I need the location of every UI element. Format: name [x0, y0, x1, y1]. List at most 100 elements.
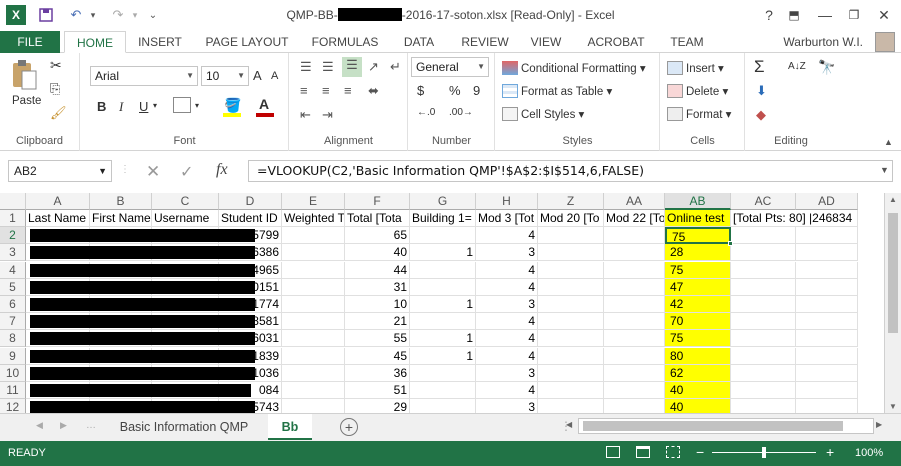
online-test-cell[interactable]: 42 [665, 296, 731, 313]
online-test-cell[interactable]: 75 [665, 330, 731, 348]
increase-decimal-icon[interactable]: ←.0 [417, 107, 435, 118]
data-cell[interactable] [731, 278, 796, 296]
data-cell[interactable] [796, 330, 858, 348]
scroll-right-icon[interactable]: ▶ [876, 420, 882, 429]
column-header[interactable]: C [152, 193, 219, 210]
avatar[interactable] [875, 32, 895, 52]
data-cell[interactable] [282, 399, 345, 413]
data-cell[interactable]: 40 [345, 244, 410, 262]
data-cell[interactable] [604, 296, 665, 313]
data-cell[interactable] [731, 261, 796, 279]
page-layout-view-icon[interactable] [636, 446, 650, 458]
spreadsheet-grid[interactable]: A B C D E F G H Z AA AB AC AD 1 Last Name First Name Use… [0, 193, 884, 413]
percent-button[interactable]: % [449, 83, 461, 98]
header-cell[interactable]: Mod 22 [To [604, 210, 665, 227]
vertical-scrollbar[interactable]: ▲ ▼ [884, 193, 901, 413]
data-cell[interactable] [604, 278, 665, 296]
shrink-font-button[interactable]: A [271, 70, 278, 82]
data-cell[interactable] [731, 364, 796, 382]
data-cell[interactable]: 21 [345, 313, 410, 331]
data-cell[interactable]: 4 [476, 313, 538, 331]
row-header[interactable]: 10 [0, 364, 26, 382]
data-cell[interactable] [796, 399, 858, 413]
tab-formulas[interactable]: FORMULAS [308, 31, 382, 53]
tab-data[interactable]: DATA [396, 31, 442, 53]
row-header[interactable]: 3 [0, 244, 26, 262]
font-name-field[interactable]: Arial ▼ [90, 66, 198, 86]
formula-input[interactable]: =VLOOKUP(C2,'Basic Information QMP'!$A$2… [248, 160, 893, 182]
align-top-icon[interactable]: ☰ [300, 59, 312, 75]
data-cell[interactable] [538, 244, 604, 262]
data-cell[interactable] [410, 227, 476, 245]
data-cell[interactable] [731, 296, 796, 313]
student-id-cell[interactable]: 4965 [219, 261, 282, 279]
tab-insert[interactable]: INSERT [134, 31, 186, 53]
data-cell[interactable]: 55 [345, 330, 410, 348]
align-left-icon[interactable]: ≡ [300, 83, 308, 98]
paste-icon[interactable] [10, 59, 42, 90]
normal-view-icon[interactable] [606, 446, 620, 458]
data-cell[interactable] [538, 227, 604, 245]
data-cell[interactable] [604, 347, 665, 365]
data-cell[interactable] [796, 227, 858, 245]
data-cell[interactable]: 1 [410, 296, 476, 313]
column-header[interactable]: G [410, 193, 476, 210]
data-cell[interactable] [410, 278, 476, 296]
row-header[interactable]: 2 [0, 227, 26, 245]
header-cell[interactable]: Total [Tota [345, 210, 410, 227]
tab-file[interactable]: FILE [0, 31, 60, 53]
paste-button[interactable]: Paste [12, 95, 41, 107]
row-header[interactable]: 6 [0, 296, 26, 313]
sort-filter-button[interactable]: A↓Z [788, 61, 806, 72]
data-cell[interactable]: 3 [476, 399, 538, 413]
data-cell[interactable] [796, 244, 858, 262]
zoom-level[interactable]: 100% [855, 447, 883, 459]
ribbon-display-options-button[interactable]: ⬒ [782, 4, 806, 26]
horizontal-scrollbar[interactable] [578, 418, 874, 434]
merge-center-icon[interactable]: ⬌ [368, 83, 379, 99]
align-center-icon[interactable]: ≡ [322, 83, 330, 98]
tab-team[interactable]: TEAM [664, 31, 710, 53]
data-cell[interactable] [731, 347, 796, 365]
wrap-text-icon[interactable]: ↵ [390, 59, 401, 75]
comma-button[interactable]: 9 [473, 83, 480, 98]
data-cell[interactable] [604, 261, 665, 279]
data-cell[interactable] [410, 399, 476, 413]
data-cell[interactable] [410, 313, 476, 331]
student-id-cell[interactable]: 0151 [219, 278, 282, 296]
fill-icon[interactable]: ⬇ [756, 83, 767, 99]
delete-cells-button[interactable]: Delete ▾ [667, 84, 728, 98]
data-cell[interactable]: 29 [345, 399, 410, 413]
header-cell[interactable]: Building 1= [410, 210, 476, 227]
header-cell[interactable]: [Total Pts: 80] |246834 [731, 210, 858, 227]
insert-cells-button[interactable]: Insert ▾ [667, 61, 724, 75]
data-cell[interactable] [604, 399, 665, 413]
data-cell[interactable] [796, 313, 858, 331]
data-cell[interactable] [796, 364, 858, 382]
underline-dropdown-icon[interactable]: ▾ [153, 101, 157, 110]
data-cell[interactable] [410, 382, 476, 399]
data-cell[interactable]: 1 [410, 347, 476, 365]
data-cell[interactable]: 65 [345, 227, 410, 245]
data-cell[interactable] [604, 227, 665, 245]
header-cell[interactable]: Online test [665, 210, 731, 227]
help-button[interactable]: ? [757, 4, 781, 26]
data-cell[interactable] [796, 382, 858, 399]
data-cell[interactable] [796, 278, 858, 296]
data-cell[interactable]: 36 [345, 364, 410, 382]
drag-handle-icon[interactable]: ⋮ [120, 164, 130, 175]
tab-view[interactable]: VIEW [526, 31, 566, 53]
sheet-prev-icon[interactable]: ◀ [36, 420, 43, 431]
underline-button[interactable]: U [139, 99, 148, 114]
row-header[interactable]: 5 [0, 278, 26, 296]
data-cell[interactable]: 3 [476, 296, 538, 313]
sheet-next-icon[interactable]: ▶ [60, 420, 67, 431]
collapse-ribbon-icon[interactable]: ▲ [884, 137, 893, 147]
decrease-decimal-icon[interactable]: .00→ [449, 107, 473, 118]
data-cell[interactable] [410, 364, 476, 382]
header-cell[interactable]: Weighted T [282, 210, 345, 227]
data-cell[interactable]: 1 [410, 244, 476, 262]
column-header[interactable]: B [90, 193, 152, 210]
column-header[interactable]: AA [604, 193, 665, 210]
data-cell[interactable] [731, 399, 796, 413]
